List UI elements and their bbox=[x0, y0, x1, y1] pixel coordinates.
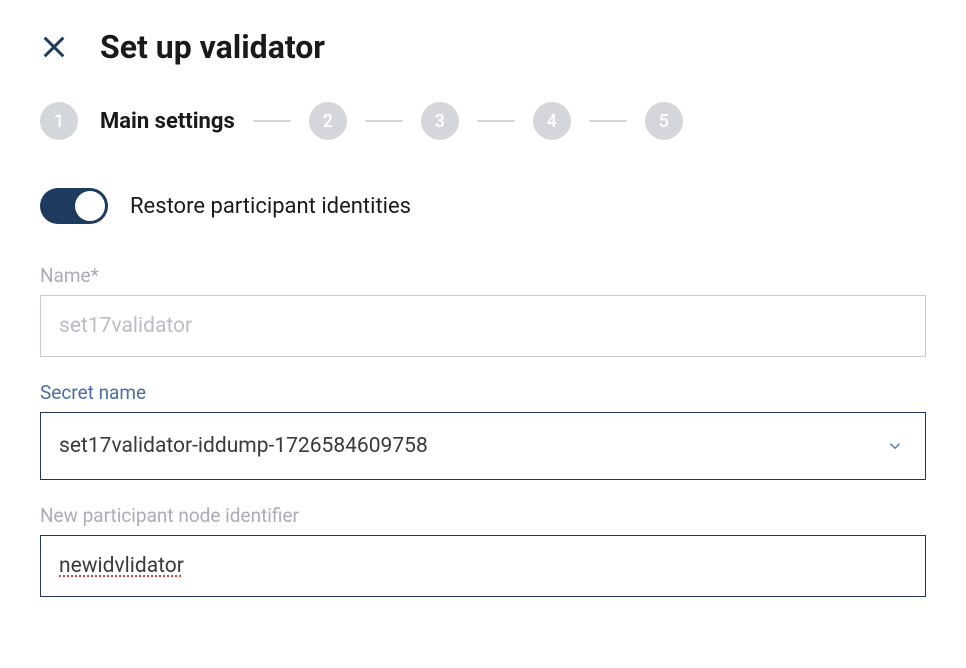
identifier-value: newidvlidator bbox=[59, 554, 184, 578]
identifier-field: New participant node identifier newidvli… bbox=[40, 504, 926, 597]
stepper: 1 Main settings 2 3 4 5 bbox=[40, 102, 926, 140]
close-icon[interactable] bbox=[40, 33, 68, 61]
toggle-label: Restore participant identities bbox=[130, 194, 411, 219]
step-connector bbox=[589, 120, 627, 122]
identifier-input[interactable]: newidvlidator bbox=[40, 535, 926, 597]
step-2[interactable]: 2 bbox=[309, 102, 347, 140]
step-4[interactable]: 4 bbox=[533, 102, 571, 140]
step-1[interactable]: 1 Main settings bbox=[40, 102, 235, 140]
step-3[interactable]: 3 bbox=[421, 102, 459, 140]
toggle-row: Restore participant identities bbox=[40, 188, 926, 224]
step-connector bbox=[477, 120, 515, 122]
step-circle-5: 5 bbox=[645, 102, 683, 140]
step-circle-3: 3 bbox=[421, 102, 459, 140]
step-circle-2: 2 bbox=[309, 102, 347, 140]
step-circle-1: 1 bbox=[40, 102, 78, 140]
step-5[interactable]: 5 bbox=[645, 102, 683, 140]
secret-name-value: set17validator-iddump-1726584609758 bbox=[40, 412, 926, 480]
step-circle-4: 4 bbox=[533, 102, 571, 140]
step-connector bbox=[365, 120, 403, 122]
name-input[interactable] bbox=[40, 295, 926, 357]
dialog-header: Set up validator bbox=[40, 28, 926, 66]
secret-name-select[interactable]: set17validator-iddump-1726584609758 bbox=[40, 412, 926, 480]
name-field: Name* bbox=[40, 264, 926, 357]
identifier-label: New participant node identifier bbox=[40, 504, 926, 527]
secret-name-field: Secret name set17validator-iddump-172658… bbox=[40, 381, 926, 480]
step-connector bbox=[253, 120, 291, 122]
secret-name-label: Secret name bbox=[40, 381, 926, 404]
restore-identities-toggle[interactable] bbox=[40, 188, 108, 224]
name-label: Name* bbox=[40, 264, 926, 287]
page-title: Set up validator bbox=[100, 28, 325, 66]
step-label-1: Main settings bbox=[100, 109, 235, 134]
toggle-thumb bbox=[75, 191, 105, 221]
